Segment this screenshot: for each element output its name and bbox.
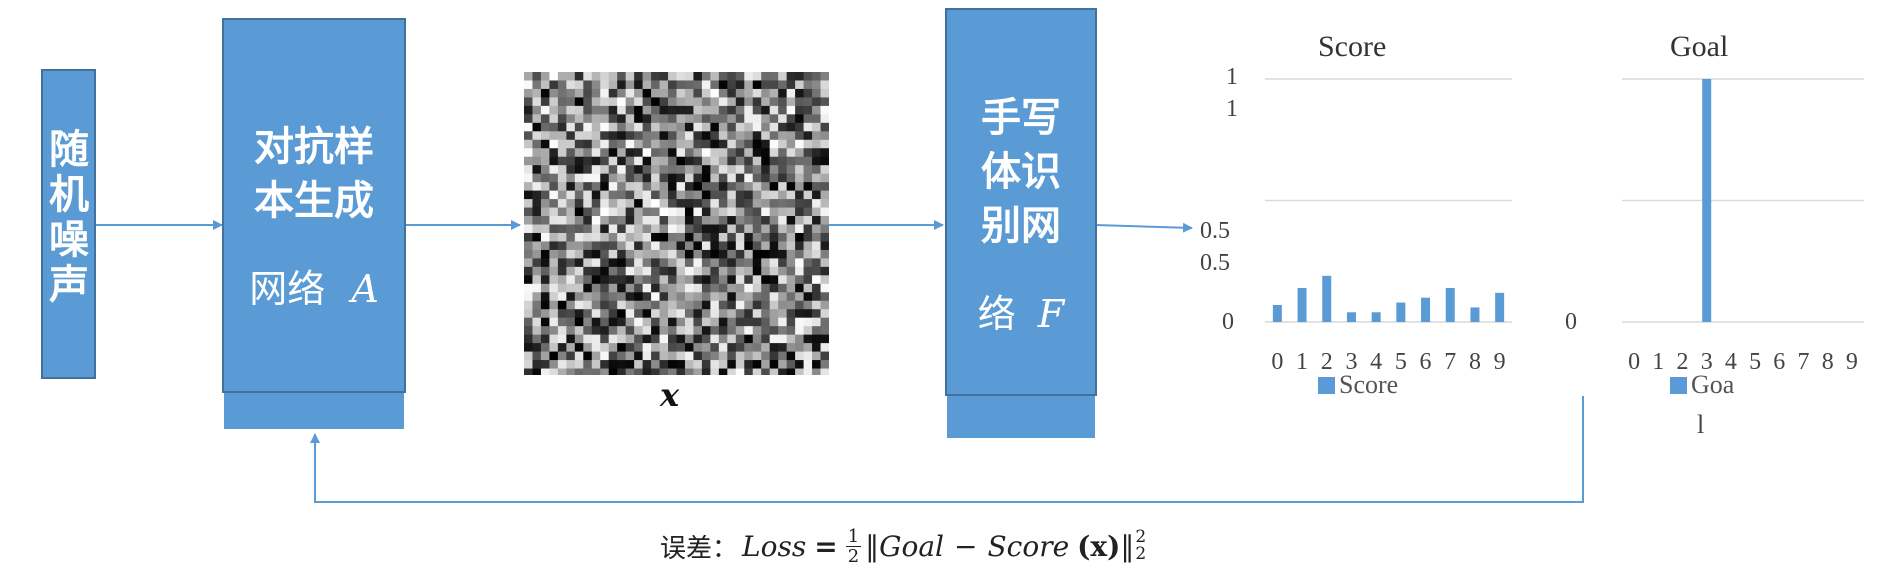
- goal-legend-swatch: [1670, 376, 1687, 394]
- loss-fraction-denominator: 2: [847, 545, 860, 567]
- loss-goal: Goal: [879, 529, 945, 563]
- loss-minus: −: [954, 529, 978, 563]
- goal-x-tick-5: 5: [1749, 349, 1761, 375]
- goal-legend-wrap: l: [1697, 410, 1705, 439]
- loss-fraction: 1 2: [845, 525, 862, 567]
- goal-x-tick-1: 1: [1652, 349, 1664, 375]
- loss-norm-open: ‖: [865, 529, 880, 563]
- loss-formula: 误差： Loss = 1 2 ‖ Goal − Score (x) ‖ 2 2: [660, 521, 1146, 571]
- loss-equals: =: [814, 529, 838, 563]
- loss-subscript: 2: [1135, 544, 1147, 564]
- goal-x-tick-7: 7: [1798, 349, 1810, 375]
- goal-x-tick-6: 6: [1773, 349, 1785, 375]
- goal-x-tick-0: 0: [1628, 349, 1640, 375]
- goal-chart-plot: 0123456789: [1622, 78, 1864, 375]
- loss-score: Score: [987, 529, 1070, 563]
- goal-legend-label: Goa: [1691, 370, 1735, 399]
- loss-exponents: 2 2: [1135, 529, 1146, 563]
- goal-bar-3: [1702, 79, 1712, 322]
- goal-x-tick-8: 8: [1822, 349, 1834, 375]
- loss-term: Loss: [742, 529, 807, 563]
- diagram-canvas: 随机噪声 对抗样 本生成 网络 A x 手写 体识 别网 络 F Score 1…: [0, 0, 1887, 572]
- loss-arg: (x): [1077, 529, 1121, 563]
- goal-legend: Goa: [1670, 370, 1734, 400]
- loss-fraction-numerator: 1: [845, 525, 862, 547]
- goal-x-tick-9: 9: [1846, 349, 1858, 375]
- loss-prefix: 误差：: [660, 533, 739, 564]
- loss-norm-close: ‖: [1120, 529, 1135, 563]
